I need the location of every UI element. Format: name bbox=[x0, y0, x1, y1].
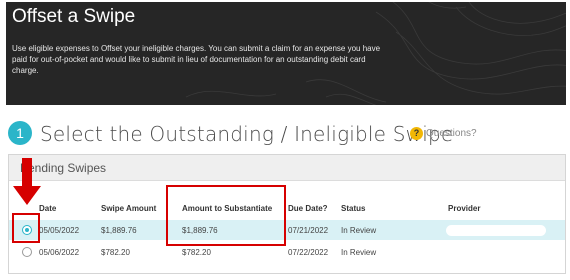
red-arrow-down-icon bbox=[13, 158, 41, 205]
page-title: Offset a Swipe bbox=[12, 6, 136, 27]
pending-swipes-panel: Pending Swipes Date Swipe Amount Amount … bbox=[8, 154, 566, 274]
highlight-radio bbox=[12, 213, 40, 243]
table-row[interactable]: 05/05/2022 $1,889.76 $1,889.76 07/21/202… bbox=[9, 220, 565, 240]
question-icon[interactable]: ? bbox=[410, 127, 423, 140]
step-title: Select the Outstanding / Ineligible Swip… bbox=[40, 122, 454, 146]
cell-date: 05/06/2022 bbox=[39, 248, 80, 257]
highlight-amount-column bbox=[166, 185, 286, 246]
cell-amount-to-substantiate: $782.20 bbox=[182, 248, 211, 257]
offset-swipe-banner: Offset a Swipe Use eligible expenses to … bbox=[6, 2, 566, 105]
cell-swipe-amount: $1,889.76 bbox=[101, 226, 137, 235]
cell-status: In Review bbox=[341, 226, 377, 235]
column-header-date[interactable]: Date bbox=[39, 204, 56, 213]
step-header: 1 Select the Outstanding / Ineligible Sw… bbox=[8, 121, 568, 147]
column-header-swipe-amount[interactable]: Swipe Amount bbox=[101, 204, 156, 213]
column-header-provider[interactable]: Provider bbox=[448, 204, 480, 213]
table-row[interactable]: 05/06/2022 $782.20 $782.20 07/22/2022 In… bbox=[9, 242, 565, 262]
page-description: Use eligible expenses to Offset your ine… bbox=[12, 44, 381, 75]
cell-swipe-amount: $782.20 bbox=[101, 248, 130, 257]
cell-provider bbox=[446, 225, 546, 236]
panel-header: Pending Swipes bbox=[9, 155, 565, 181]
step-number-badge: 1 bbox=[8, 121, 32, 145]
cell-status: In Review bbox=[341, 248, 377, 257]
column-header-status[interactable]: Status bbox=[341, 204, 365, 213]
cell-due-date: 07/21/2022 bbox=[288, 226, 329, 235]
cell-date: 05/05/2022 bbox=[39, 226, 80, 235]
column-header-due-date[interactable]: Due Date? bbox=[288, 204, 328, 213]
cell-due-date: 07/22/2022 bbox=[288, 248, 329, 257]
swipe-select-radio[interactable] bbox=[22, 247, 32, 257]
questions-link[interactable]: Questions? bbox=[426, 128, 477, 139]
